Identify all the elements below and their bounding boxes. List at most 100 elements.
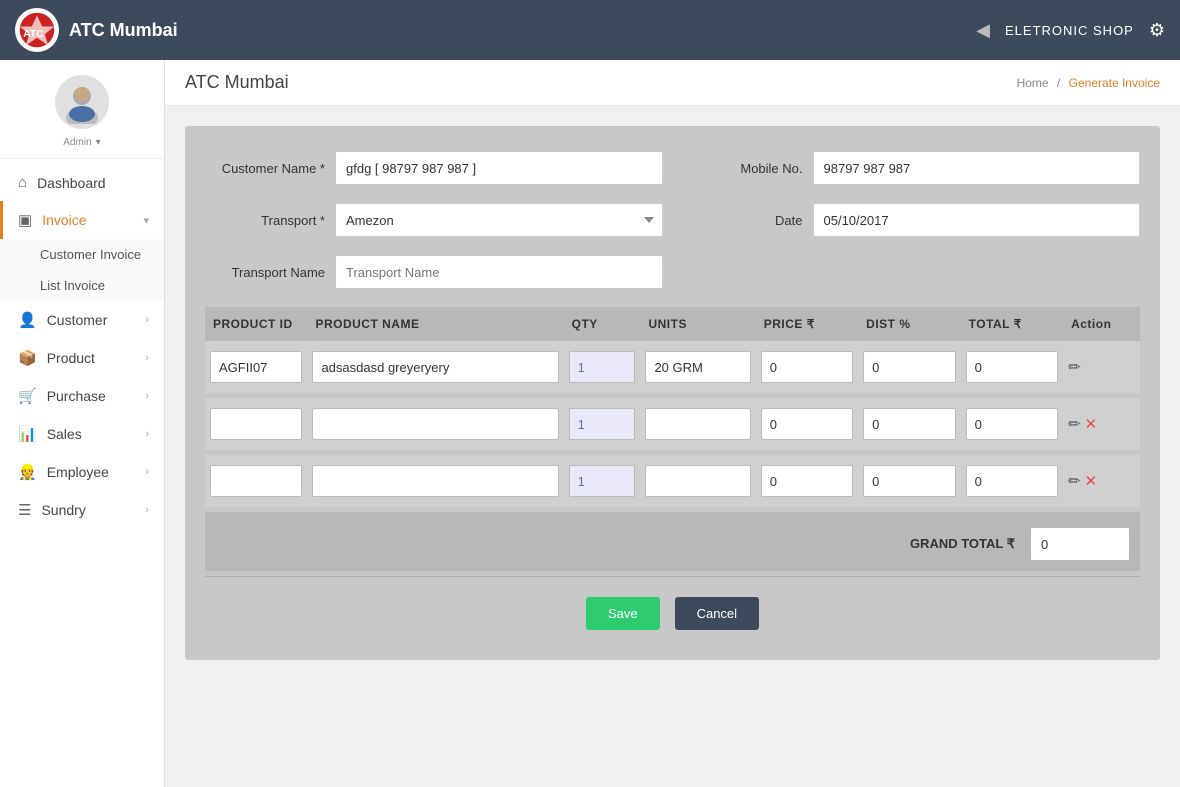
price-input[interactable] [761, 351, 853, 383]
form-group-transport-name: Transport Name [205, 255, 663, 289]
product-name-input[interactable] [312, 408, 558, 440]
cell-action: ✏ ✕ [1063, 453, 1140, 510]
product-id-input[interactable] [210, 408, 302, 440]
qty-input[interactable] [569, 351, 636, 383]
chevron-right-icon: › [145, 466, 149, 478]
sundry-icon: ☰ [18, 501, 31, 519]
dist-input[interactable] [863, 465, 955, 497]
product-icon: 📦 [18, 349, 37, 367]
cell-product-id [205, 341, 307, 396]
edit-button[interactable]: ✏ [1068, 472, 1081, 490]
gear-icon[interactable]: ⚙ [1149, 20, 1165, 41]
admin-text: Admin [63, 137, 91, 148]
date-input[interactable] [813, 203, 1141, 237]
mobile-no-input[interactable] [813, 151, 1141, 185]
admin-dropdown-icon: ▾ [96, 137, 101, 148]
cell-product-name [307, 453, 563, 510]
chevron-right-icon: › [145, 390, 149, 402]
dist-input[interactable] [863, 351, 955, 383]
cancel-button[interactable]: Cancel [675, 597, 759, 630]
units-input[interactable] [645, 408, 750, 440]
product-name-input[interactable] [312, 351, 558, 383]
sidebar-item-dashboard[interactable]: ⌂ Dashboard [0, 164, 164, 201]
dist-input[interactable] [863, 408, 955, 440]
price-input[interactable] [761, 465, 853, 497]
purchase-icon: 🛒 [18, 387, 37, 405]
save-button[interactable]: Save [586, 597, 660, 630]
cell-dist [858, 341, 960, 396]
customer-name-label: Customer Name * [205, 161, 325, 176]
chevron-right-icon: › [145, 352, 149, 364]
grand-total-input[interactable] [1030, 527, 1130, 561]
avatar [55, 75, 109, 129]
form-row-2: Transport * Amezon FedEx DHL BlueDart Da… [205, 203, 1140, 237]
edit-button[interactable]: ✏ [1068, 415, 1081, 433]
cell-units [640, 453, 755, 510]
chevron-right-icon: › [145, 314, 149, 326]
sidebar-item-purchase[interactable]: 🛒 Purchase › [0, 377, 164, 415]
product-name-input[interactable] [312, 465, 558, 497]
page-header: ATC Mumbai Home / Generate Invoice [165, 60, 1180, 106]
breadcrumb: Home / Generate Invoice [1017, 76, 1160, 90]
edit-button[interactable]: ✏ [1068, 358, 1081, 376]
sidebar-item-invoice[interactable]: ▣ Invoice ▾ [0, 201, 164, 239]
table-row: ✏ ✕ [205, 453, 1140, 510]
breadcrumb-home[interactable]: Home [1017, 76, 1049, 90]
product-id-input[interactable] [210, 351, 302, 383]
chevron-right-icon: › [145, 504, 149, 516]
col-header-product-name: PRODUCT NAME [307, 307, 563, 341]
back-icon[interactable]: ◀ [976, 20, 990, 41]
sidebar-item-label: Customer [47, 312, 108, 328]
total-input[interactable] [966, 408, 1058, 440]
chevron-right-icon: › [145, 428, 149, 440]
sidebar-item-employee[interactable]: 👷 Employee › [0, 453, 164, 491]
total-input[interactable] [966, 351, 1058, 383]
grand-total-row: GRAND TOTAL ₹ [205, 512, 1140, 571]
delete-button[interactable]: ✕ [1085, 472, 1098, 490]
cell-units [640, 341, 755, 396]
total-input[interactable] [966, 465, 1058, 497]
col-header-units: UNITS [640, 307, 755, 341]
sidebar-item-label: Dashboard [37, 175, 106, 191]
table-row: ✏ ✕ [205, 396, 1140, 453]
units-input[interactable] [645, 351, 750, 383]
transport-select[interactable]: Amezon FedEx DHL BlueDart [335, 203, 663, 237]
sidebar-item-label: Purchase [47, 388, 106, 404]
price-input[interactable] [761, 408, 853, 440]
action-buttons: ✏ ✕ [1068, 472, 1135, 490]
admin-label[interactable]: Admin ▾ [63, 137, 100, 148]
delete-button[interactable]: ✕ [1085, 415, 1098, 433]
invoice-table-wrapper: PRODUCT ID PRODUCT NAME QTY UNITS PRICE … [205, 307, 1140, 571]
breadcrumb-current: Generate Invoice [1069, 76, 1160, 90]
employee-icon: 👷 [18, 463, 37, 481]
cell-action: ✏ [1063, 341, 1140, 396]
bottom-buttons: Save Cancel [205, 582, 1140, 635]
cell-dist [858, 453, 960, 510]
transport-name-label: Transport Name [205, 265, 325, 280]
sidebar-item-label: Employee [47, 464, 109, 480]
qty-input[interactable] [569, 408, 636, 440]
product-id-input[interactable] [210, 465, 302, 497]
cell-qty [564, 341, 641, 396]
cell-qty [564, 453, 641, 510]
sidebar-item-product[interactable]: 📦 Product › [0, 339, 164, 377]
sidebar-item-customer[interactable]: 👤 Customer › [0, 301, 164, 339]
transport-name-input[interactable] [335, 255, 663, 289]
cell-action: ✏ ✕ [1063, 396, 1140, 453]
customer-name-input[interactable] [335, 151, 663, 185]
sidebar-item-label: Invoice [42, 212, 86, 228]
qty-input[interactable] [569, 465, 636, 497]
cell-price [756, 396, 858, 453]
sidebar-item-sales[interactable]: 📊 Sales › [0, 415, 164, 453]
sidebar-item-customer-invoice[interactable]: Customer Invoice [0, 239, 164, 270]
sidebar-item-list-invoice[interactable]: List Invoice [0, 270, 164, 301]
page-title: ATC Mumbai [185, 72, 289, 93]
cell-price [756, 341, 858, 396]
sidebar-item-label: Sundry [41, 502, 85, 518]
units-input[interactable] [645, 465, 750, 497]
sidebar-item-sundry[interactable]: ☰ Sundry › [0, 491, 164, 529]
col-header-dist: DIST % [858, 307, 960, 341]
sidebar-item-label: Product [47, 350, 95, 366]
shop-name: ELETRONIC SHOP [1005, 23, 1134, 38]
cell-product-id [205, 396, 307, 453]
